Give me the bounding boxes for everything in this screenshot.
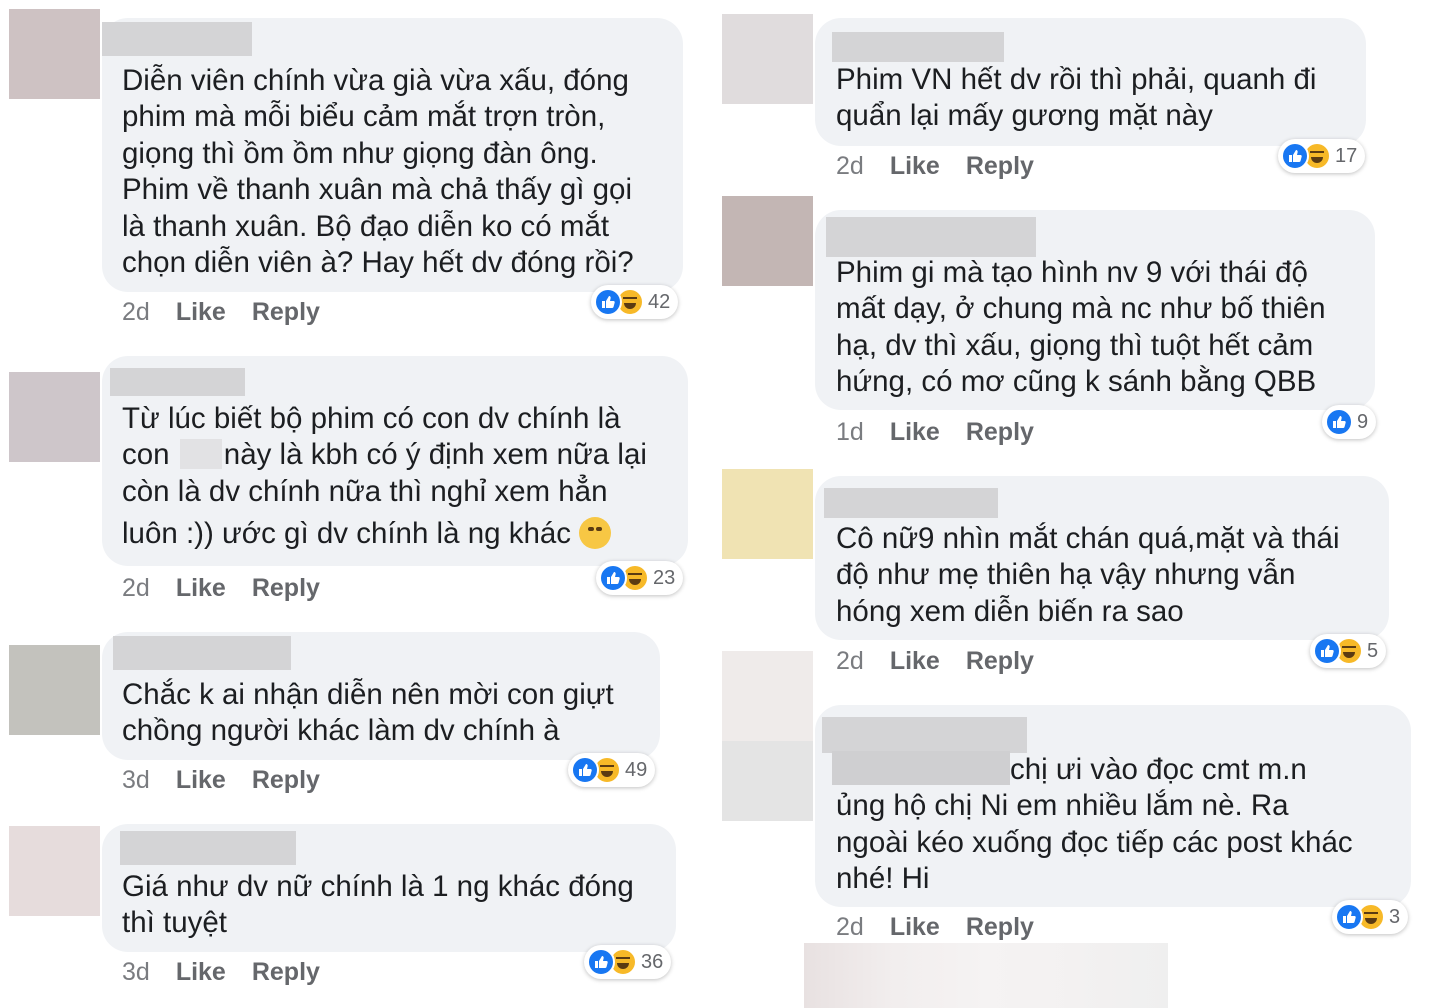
like-button[interactable]: Like xyxy=(890,152,940,180)
reaction-count: 23 xyxy=(653,566,676,589)
comment-actions: 2d Like Reply xyxy=(122,298,320,327)
reply-button[interactable]: Reply xyxy=(252,298,320,326)
comment-actions: 2d Like Reply xyxy=(122,574,320,603)
avatar xyxy=(9,372,100,462)
like-reaction-icon xyxy=(587,948,615,976)
reply-button[interactable]: Reply xyxy=(252,958,320,986)
reaction-summary[interactable]: 9 xyxy=(1322,405,1377,439)
reaction-count: 3 xyxy=(1389,905,1401,928)
comment-actions: 2d Like Reply xyxy=(836,152,1034,181)
comment-time: 2d xyxy=(836,152,864,180)
like-reaction-icon xyxy=(1335,903,1363,931)
reaction-summary[interactable]: 3 xyxy=(1332,900,1409,934)
reply-button[interactable]: Reply xyxy=(966,152,1034,180)
reaction-summary[interactable]: 5 xyxy=(1310,634,1387,668)
avatar xyxy=(722,651,813,741)
comment-text: Phim VN hết dv rồi thì phải, quanh đi quẩ… xyxy=(836,63,1317,133)
reply-button[interactable]: Reply xyxy=(966,418,1034,446)
comment-time: 2d xyxy=(122,574,150,602)
comment-text: Cô nữ9 nhìn mắt chán quá,mặt và thái độ n… xyxy=(836,522,1340,628)
reply-button[interactable]: Reply xyxy=(966,913,1034,941)
commenter-name[interactable] xyxy=(113,636,291,670)
comment-text: Chắc k ai nhận diễn nên mời con giựt chồn… xyxy=(122,678,614,748)
reply-button[interactable]: Reply xyxy=(966,647,1034,675)
redacted-name xyxy=(179,439,222,470)
reaction-summary[interactable]: 36 xyxy=(584,945,672,979)
comment-time: 2d xyxy=(836,913,864,941)
reaction-count: 9 xyxy=(1357,410,1369,433)
like-button[interactable]: Like xyxy=(176,574,226,602)
commenter-name[interactable] xyxy=(102,22,252,56)
like-reaction-icon xyxy=(1313,637,1341,665)
like-button[interactable]: Like xyxy=(176,958,226,986)
like-button[interactable]: Like xyxy=(176,298,226,326)
comment-actions: 3d Like Reply xyxy=(122,958,320,987)
avatar xyxy=(722,469,813,559)
avatar xyxy=(9,645,100,735)
avatar xyxy=(9,9,100,99)
reply-button[interactable]: Reply xyxy=(252,574,320,602)
reaction-summary[interactable]: 49 xyxy=(568,753,656,787)
comment-actions: 3d Like Reply xyxy=(122,766,320,795)
comment-text: Phim gi mà tạo hình nv 9 với thái độ mất … xyxy=(836,256,1326,399)
avatar xyxy=(9,826,100,916)
comment-time: 3d xyxy=(122,766,150,794)
blurred-preview xyxy=(804,943,1168,1008)
commenter-name[interactable] xyxy=(826,217,1036,257)
comment-text: Diễn viên chính vừa già vừa xấu, đóng phi… xyxy=(122,64,634,280)
comment-time: 1d xyxy=(836,418,864,446)
like-reaction-icon xyxy=(594,288,622,316)
comment-text: chị ưi vào đọc cmt m.n ủng hộ chị Ni em … xyxy=(832,751,1353,898)
reaction-count: 5 xyxy=(1367,639,1379,662)
reaction-count: 42 xyxy=(648,290,671,313)
reaction-summary[interactable]: 17 xyxy=(1278,139,1366,173)
comment-text: Giá như dv nữ chính là 1 ng khác đóng thì… xyxy=(122,870,634,940)
reaction-count: 36 xyxy=(641,950,664,973)
commenter-name[interactable] xyxy=(120,831,296,865)
comment-actions: 2d Like Reply xyxy=(836,913,1034,942)
avatar xyxy=(722,196,813,286)
redacted-tag xyxy=(832,751,1010,785)
like-reaction-icon xyxy=(1325,408,1353,436)
reply-button[interactable]: Reply xyxy=(252,766,320,794)
thinking-face-icon xyxy=(579,517,612,550)
comment-text: Từ lúc biết bộ phim có con dv chính là c… xyxy=(122,402,647,551)
avatar xyxy=(722,14,813,104)
comment-time: 2d xyxy=(836,647,864,675)
like-button[interactable]: Like xyxy=(176,766,226,794)
like-button[interactable]: Like xyxy=(890,913,940,941)
like-reaction-icon xyxy=(599,564,627,592)
comment-actions: 2d Like Reply xyxy=(836,647,1034,676)
reaction-count: 49 xyxy=(625,758,648,781)
like-button[interactable]: Like xyxy=(890,418,940,446)
reaction-count: 17 xyxy=(1335,144,1358,167)
reaction-summary[interactable]: 42 xyxy=(591,285,679,319)
comment-time: 2d xyxy=(122,298,150,326)
like-button[interactable]: Like xyxy=(890,647,940,675)
commenter-name[interactable] xyxy=(824,488,998,518)
like-reaction-icon xyxy=(571,756,599,784)
commenter-name[interactable] xyxy=(822,717,1027,753)
avatar xyxy=(722,741,813,821)
commenter-name[interactable] xyxy=(832,32,1004,62)
reaction-summary[interactable]: 23 xyxy=(596,561,684,595)
like-reaction-icon xyxy=(1281,142,1309,170)
comment-actions: 1d Like Reply xyxy=(836,418,1034,447)
commenter-name[interactable] xyxy=(110,368,245,396)
comment-time: 3d xyxy=(122,958,150,986)
